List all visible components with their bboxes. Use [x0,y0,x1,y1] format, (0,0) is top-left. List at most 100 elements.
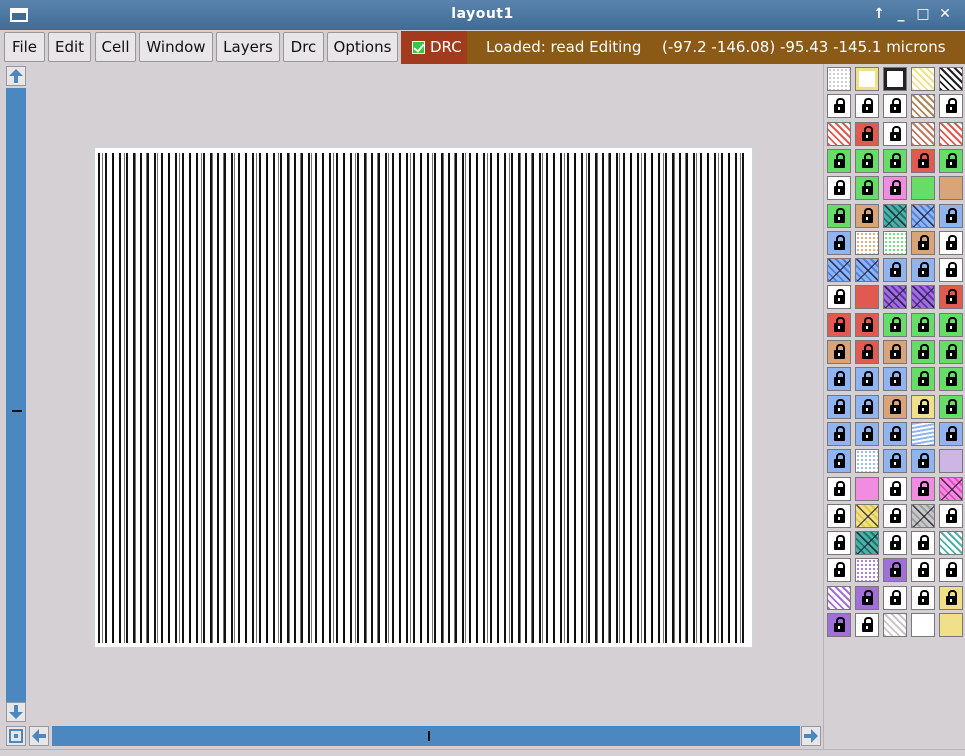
layer-swatch-lock-white[interactable] [855,94,879,119]
layer-swatch-solid-pink[interactable] [855,476,879,501]
layer-swatch-lock-red[interactable] [827,312,851,337]
horizontal-scroll-thumb[interactable] [428,731,430,741]
drc-toggle[interactable]: DRC [401,31,467,64]
layer-swatch-hatch-grey[interactable] [883,613,907,637]
vertical-scrollbar[interactable] [5,66,27,724]
layer-swatch-lock-tan[interactable] [827,340,851,364]
layer-swatch-lock-green[interactable] [939,312,963,337]
drc-checkbox[interactable] [412,41,425,54]
layer-swatch-lock-blue[interactable] [883,258,907,283]
layer-swatch-lock-red[interactable] [855,340,879,364]
layer-swatch-lock-green[interactable] [911,340,935,364]
layer-swatch-lock-white[interactable] [883,94,907,119]
layer-swatch-hatch-red[interactable] [827,121,851,146]
layer-swatch-lock-green[interactable] [911,367,935,392]
layer-swatch-lock-purple[interactable] [883,558,907,583]
layer-swatch-hatch-black[interactable] [939,67,963,91]
layer-swatch-lock-green[interactable] [939,367,963,392]
layer-swatch-lock-purple[interactable] [855,585,879,610]
layer-swatch-lock-white[interactable] [827,285,851,310]
menu-options[interactable]: Options [327,32,398,62]
layer-swatch-lock-yellow[interactable] [911,394,935,419]
layer-swatch-lock-white[interactable] [911,585,935,610]
maximize-button[interactable]: □ [914,5,932,23]
layer-swatch-lock-red[interactable] [911,148,935,173]
layer-swatch-lock-white[interactable] [827,94,851,119]
layer-swatch-lock-blue[interactable] [855,367,879,392]
menu-file[interactable]: File [4,32,45,62]
layer-swatch-lock-pink[interactable] [911,476,935,501]
layer-swatch-lock-white[interactable] [939,258,963,283]
horizontal-scroll-track[interactable] [52,726,800,746]
scroll-down-button[interactable] [6,702,26,722]
layer-swatch-cross-grey[interactable] [911,503,935,528]
layer-swatch-lock-tan[interactable] [911,230,935,255]
layer-swatch-hatch-purple[interactable] [827,585,851,610]
layer-swatch-wave-blue[interactable] [911,421,935,446]
layer-swatch-cross-yellow[interactable] [855,503,879,528]
layer-swatch-solid-tan[interactable] [939,176,963,201]
menu-drc[interactable]: Drc [283,32,324,62]
menu-cell[interactable]: Cell [95,32,136,62]
layer-swatch-lock-blue[interactable] [855,394,879,419]
layer-swatch-lock-blue[interactable] [827,421,851,446]
layer-swatch-lock-white[interactable] [883,121,907,146]
menu-window[interactable]: Window [139,32,213,62]
vertical-scroll-thumb[interactable] [12,410,22,412]
layer-swatch-solid-yellow[interactable] [939,613,963,637]
layer-swatch-cross-blue[interactable] [855,258,879,283]
layer-swatch-cross-purple[interactable] [911,285,935,310]
layer-swatch-lock-white[interactable] [827,558,851,583]
layer-swatch-cross-blue[interactable] [827,258,851,283]
layer-swatch-lock-blue[interactable] [883,367,907,392]
layer-swatch-lock-white[interactable] [827,176,851,201]
layer-swatch-lock-white[interactable] [883,585,907,610]
menu-layers[interactable]: Layers [216,32,280,62]
scroll-right-button[interactable] [801,726,821,746]
menu-edit[interactable]: Edit [48,32,91,62]
layer-swatch-lock-pink[interactable] [883,176,907,201]
layer-swatch-lock-blue[interactable] [827,230,851,255]
title-bar[interactable]: layout1 ↑ _ □ ✕ [0,0,965,30]
layer-swatch-lock-blue[interactable] [827,394,851,419]
layer-swatch-dots-white[interactable] [911,613,935,637]
layer-swatch-lock-red[interactable] [939,285,963,310]
layer-swatch-lock-green[interactable] [939,148,963,173]
layer-swatch-solid-red[interactable] [855,285,879,310]
layer-swatch-lock-blue[interactable] [827,449,851,474]
scroll-left-button[interactable] [29,726,49,746]
layer-swatch-lock-blue[interactable] [855,421,879,446]
layer-swatch-lock-white[interactable] [939,503,963,528]
layout-canvas[interactable] [29,66,822,723]
layer-swatch-hatch-yellow[interactable] [911,67,935,91]
layer-swatch-dots-green[interactable] [883,230,907,255]
layer-swatch-dots-grey[interactable] [827,67,851,91]
layer-swatch-hatch-brownred[interactable] [911,121,935,146]
layer-swatch-lock-green[interactable] [883,312,907,337]
layer-swatch-lock-green[interactable] [939,394,963,419]
layer-swatch-lock-white[interactable] [883,476,907,501]
keep-above-button[interactable]: ↑ [870,5,888,23]
layer-swatch-cross-teal[interactable] [855,531,879,556]
layer-swatch-hatch-teal[interactable] [939,531,963,556]
layer-swatch-lock-green[interactable] [827,203,851,228]
layer-swatch-hatch-red[interactable] [939,121,963,146]
layer-swatch-cross-pink[interactable] [939,476,963,501]
layer-swatch-lock-green[interactable] [939,340,963,364]
layer-swatch-lock-blue[interactable] [911,258,935,283]
layer-swatch-solid-lilac[interactable] [939,449,963,474]
layer-swatch-lock-green[interactable] [883,148,907,173]
layer-swatch-lock-blue[interactable] [939,203,963,228]
layer-swatch-solid-green[interactable] [911,176,935,201]
layer-swatch-lock-green[interactable] [855,148,879,173]
scroll-up-button[interactable] [6,66,26,86]
layer-swatch-lock-purple[interactable] [827,613,851,637]
layer-swatch-lock-tan[interactable] [855,203,879,228]
zoom-box-button[interactable] [6,726,26,746]
layer-swatch-lock-white[interactable] [827,476,851,501]
layer-swatch-dots-blue[interactable] [855,449,879,474]
layer-swatch-lock-blue[interactable] [827,367,851,392]
layer-swatch-cross-teal[interactable] [883,203,907,228]
layer-swatch-dots-tan[interactable] [855,230,879,255]
layer-swatch-lock-white[interactable] [883,503,907,528]
